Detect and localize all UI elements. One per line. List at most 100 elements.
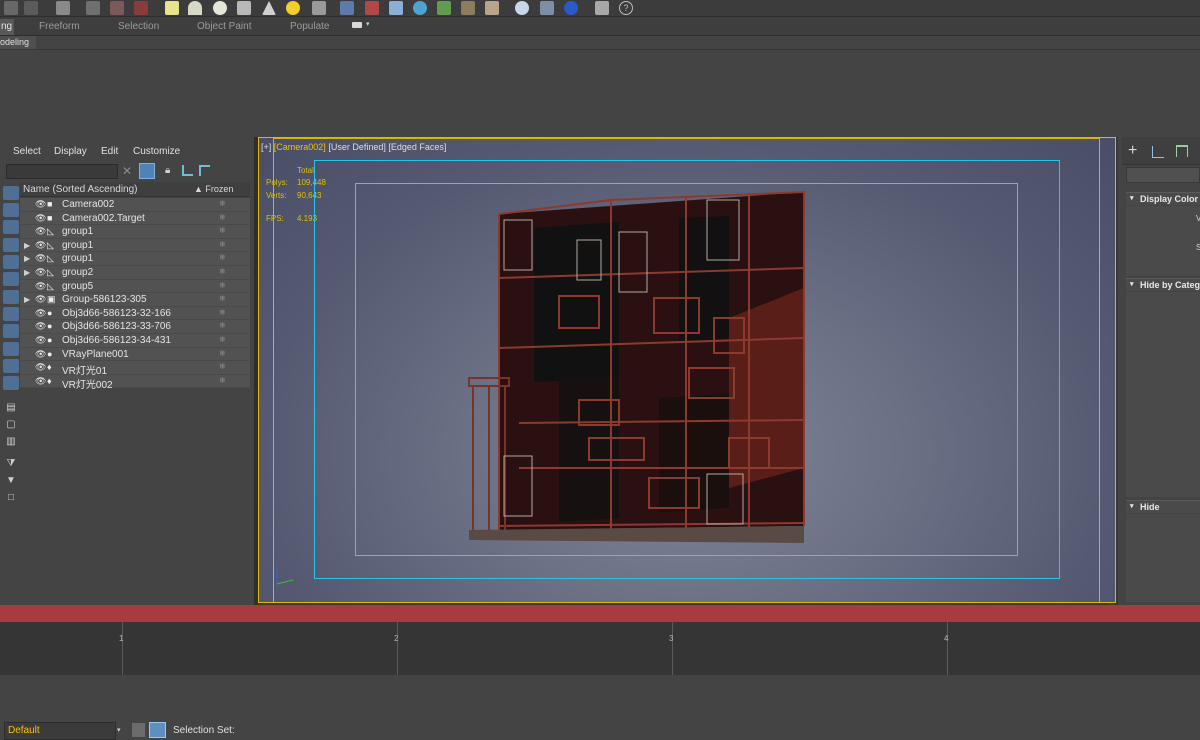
display-containers-icon[interactable]	[3, 342, 19, 356]
tab-freeform[interactable]: Freeform	[39, 21, 80, 32]
expand-arrow-icon[interactable]: ▶	[24, 241, 32, 250]
frozen-icon[interactable]: ❄	[219, 294, 226, 303]
globe-icon[interactable]	[413, 1, 427, 15]
track-bar[interactable]: 1 2 3 4	[0, 622, 1200, 675]
tree-row[interactable]: 👁︎ ♦ VR灯光01 ❄	[20, 361, 250, 377]
tree-row[interactable]: 👁︎ ● Obj3d66-586123-32-166 ❄	[20, 306, 250, 321]
tab-selection[interactable]: Selection	[118, 21, 159, 32]
sculpt-icon[interactable]	[485, 1, 499, 15]
tab-populate[interactable]: Populate	[290, 21, 329, 32]
plant-icon[interactable]	[437, 1, 451, 15]
eye-icon[interactable]: 👁︎	[35, 321, 46, 332]
filter-toggle-icon[interactable]	[139, 163, 155, 179]
grid-icon[interactable]	[24, 1, 38, 15]
frozen-icon[interactable]: ❄	[219, 349, 226, 358]
dome-icon[interactable]	[188, 1, 202, 15]
layer-dropdown[interactable]: Default	[4, 722, 116, 740]
sync-selection-icon[interactable]	[199, 165, 210, 176]
funnel-icon[interactable]: ▼	[5, 475, 17, 487]
eye-icon[interactable]: 👁︎	[35, 335, 46, 346]
eye-icon[interactable]: 👁︎	[35, 294, 46, 305]
column-frozen[interactable]: ▲ Frozen	[194, 184, 233, 194]
frozen-icon[interactable]: ❄	[219, 335, 226, 344]
sphere-icon[interactable]	[213, 1, 227, 15]
eye-icon[interactable]: 👁︎	[35, 362, 46, 373]
frozen-icon[interactable]: ❄	[219, 362, 226, 371]
lock-icon[interactable]: 🔒︎	[165, 165, 170, 176]
layers-stack-icon[interactable]	[132, 723, 145, 737]
ribbon-options-icon[interactable]	[352, 22, 362, 28]
eye-icon[interactable]: 👁︎	[35, 253, 46, 264]
camera-icon[interactable]	[86, 1, 100, 15]
lattice-icon[interactable]	[340, 1, 354, 15]
eye-icon[interactable]: 👁︎	[35, 308, 46, 319]
tree-row[interactable]: 👁︎ ♦ VR灯光002 ❄	[20, 374, 250, 391]
eye-icon[interactable]: 👁︎	[35, 226, 46, 237]
render-icon[interactable]	[110, 1, 124, 15]
cabinet-model[interactable]	[259, 138, 1116, 603]
camera-viewport[interactable]: [+] [Camera002] [User Defined] [Edged Fa…	[258, 137, 1116, 603]
chevron-down-icon[interactable]: ▾	[366, 20, 370, 28]
eye-icon[interactable]: 👁︎	[35, 240, 46, 251]
display-spacewarps-icon[interactable]	[3, 272, 19, 286]
display-xrefs-icon[interactable]	[3, 307, 19, 321]
modify-tab-icon[interactable]	[1152, 146, 1164, 158]
eye-icon[interactable]: 👁︎	[35, 213, 46, 224]
eye-icon[interactable]: 👁︎	[35, 349, 46, 360]
menu-display[interactable]: Display	[54, 146, 87, 157]
display-groups-icon[interactable]	[3, 290, 19, 304]
help-icon[interactable]: ?	[619, 1, 633, 15]
omni-light-icon[interactable]	[312, 1, 326, 15]
eye-icon[interactable]: 👁︎	[35, 199, 46, 210]
tree-row[interactable]: 👁︎ ● Obj3d66-586123-34-431 ❄	[20, 334, 250, 348]
phone-icon[interactable]	[595, 1, 609, 15]
display-hidden-icon[interactable]	[3, 376, 19, 390]
tree-row[interactable]: 👁︎ ■ Camera002.Target ❄	[20, 211, 250, 226]
tree-row[interactable]: 👁︎ ● Obj3d66-586123-33-706 ❄	[20, 320, 250, 334]
folder-icon[interactable]: □	[5, 492, 17, 504]
menu-edit[interactable]: Edit	[101, 146, 118, 157]
tab-object-paint[interactable]: Object Paint	[197, 21, 251, 32]
display-lights-icon[interactable]	[3, 220, 19, 234]
hierarchy-tab-icon[interactable]	[1176, 145, 1188, 157]
material-sphere-icon[interactable]	[515, 1, 529, 15]
noise-icon[interactable]	[389, 1, 403, 15]
selection-set-icon[interactable]	[149, 722, 166, 738]
tree-row[interactable]: ▶ 👁︎ ▣ Group-586123-305 ❄	[20, 293, 250, 307]
display-frozen-icon[interactable]	[3, 359, 19, 373]
frozen-icon[interactable]: ❄	[219, 308, 226, 317]
display-helpers-icon[interactable]	[3, 255, 19, 269]
rectangle-icon[interactable]	[165, 1, 179, 15]
frozen-icon[interactable]: ❄	[219, 240, 226, 249]
clear-search-icon[interactable]: ✕	[122, 164, 132, 178]
tree-row[interactable]: 👁︎ ● VRayPlane001 ❄	[20, 347, 250, 362]
menu-customize[interactable]: Customize	[133, 146, 180, 157]
create-tab-icon[interactable]: +	[1128, 143, 1137, 159]
filter-icon[interactable]: ⧩	[5, 458, 17, 470]
link-icon[interactable]	[56, 1, 70, 15]
display-bones-icon[interactable]	[3, 324, 19, 338]
fractal-icon[interactable]	[365, 1, 379, 15]
sun-icon[interactable]	[286, 1, 300, 15]
rollout-hide[interactable]: ▾ Hide	[1126, 500, 1200, 513]
cone-icon[interactable]	[262, 1, 276, 15]
display-shapes-icon[interactable]	[3, 203, 19, 217]
tree-row[interactable]: 👁︎ ◺ group1 ❄	[20, 225, 250, 239]
tree-row[interactable]: ▶ 👁︎ ◺ group1 ❄	[20, 238, 250, 253]
hierarchy-icon[interactable]	[182, 165, 193, 176]
rollout-hide-by-category[interactable]: ▾ Hide by Catego	[1126, 278, 1200, 291]
pointer-icon[interactable]	[540, 1, 554, 15]
display-all-icon[interactable]: ▤	[5, 402, 17, 414]
menu-select[interactable]: Select	[13, 146, 41, 157]
time-slider[interactable]	[0, 605, 1200, 622]
eye-icon[interactable]: 👁︎	[35, 267, 46, 278]
frozen-icon[interactable]: ❄	[219, 253, 226, 262]
tree-row[interactable]: 👁︎ ■ Camera002 ❄	[20, 198, 250, 212]
frozen-icon[interactable]: ❄	[219, 267, 226, 276]
expand-arrow-icon[interactable]: ▶	[24, 268, 32, 277]
frozen-icon[interactable]: ❄	[219, 281, 226, 290]
display-geometry-icon[interactable]	[3, 186, 19, 200]
frozen-icon[interactable]: ❄	[219, 213, 226, 222]
command-panel-field[interactable]	[1126, 167, 1200, 183]
column-name[interactable]: Name (Sorted Ascending)	[23, 184, 138, 195]
